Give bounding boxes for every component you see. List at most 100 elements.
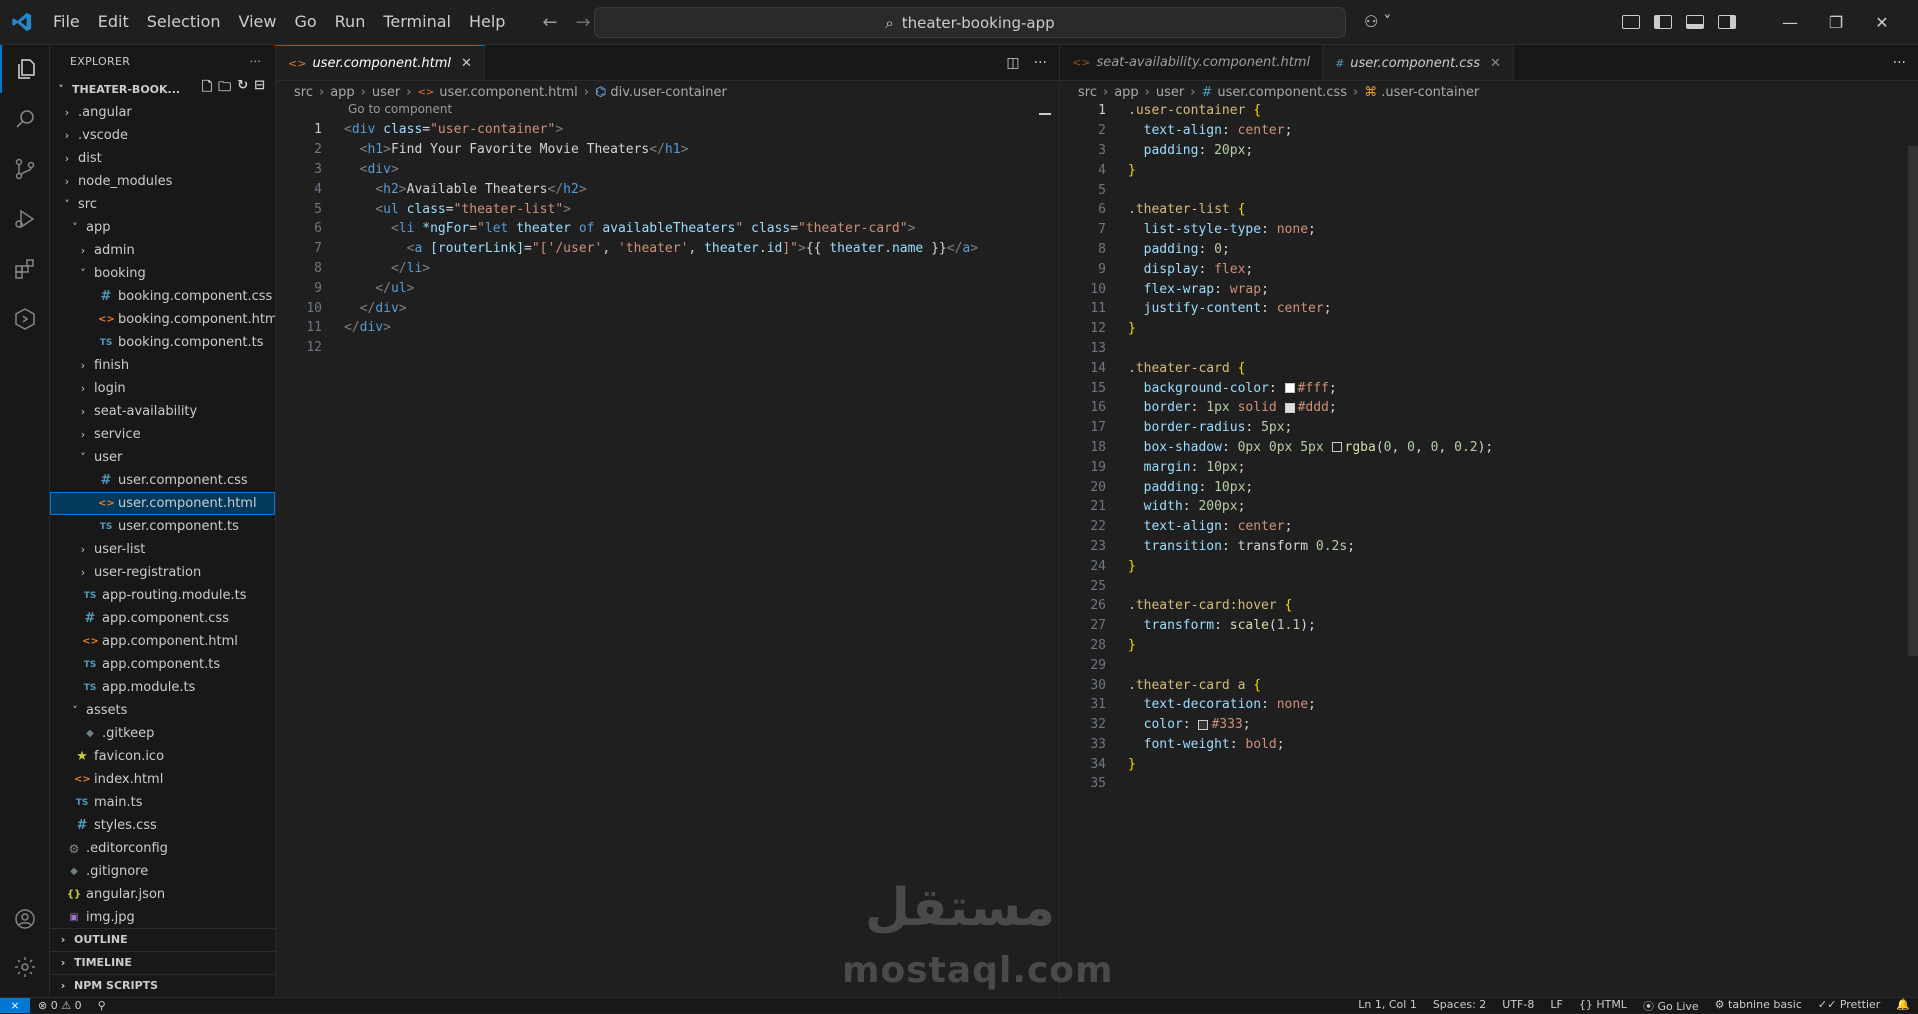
menu-selection[interactable]: Selection [138,0,230,44]
language-mode[interactable]: {} HTML [1571,998,1635,1014]
folder-item[interactable]: › dist [50,147,275,170]
folder-item[interactable]: ˅ src [50,193,275,216]
menu-go[interactable]: Go [285,0,325,44]
indentation[interactable]: Spaces: 2 [1425,998,1494,1014]
command-center-search[interactable]: ⌕ theater-booking-app [594,7,1346,38]
outline-section[interactable]: › OUTLINE [50,928,275,950]
accounts-icon[interactable] [0,895,49,943]
run-debug-icon[interactable] [0,195,49,243]
back-arrow-icon[interactable]: ← [542,12,557,33]
breadcrumb-item[interactable]: user.component.html [439,85,578,100]
remote-indicator-icon[interactable]: ⨯ [0,998,30,1013]
split-editor-icon[interactable]: ◫ [1006,55,1019,71]
folder-item[interactable]: › node_modules [50,170,275,193]
file-item[interactable]: # styles.css [50,814,275,837]
breadcrumb-item[interactable]: div.user-container [610,85,727,100]
file-item[interactable]: ◆ .gitkeep [50,722,275,745]
file-item[interactable]: <> app.component.html [50,630,275,653]
restore-icon[interactable]: ❐ [1813,13,1859,32]
file-item[interactable]: TS app-routing.module.ts [50,584,275,607]
breadcrumb-item[interactable]: src [1078,85,1097,100]
code-editor-html[interactable]: 1 <div class="user-container"> 2 <h1>Find… [276,120,1059,358]
menu-terminal[interactable]: Terminal [374,0,460,44]
end-of-line[interactable]: LF [1542,998,1570,1014]
problems-indicator[interactable]: ⊗ 0 ⚠ 0 [30,999,90,1012]
vertical-scrollbar[interactable] [1908,146,1918,656]
file-item[interactable]: TS user.component.ts [50,515,275,538]
file-item[interactable]: {} angular.json [50,883,275,906]
prettier-status[interactable]: ✓✓ Prettier [1810,998,1888,1014]
menu-run[interactable]: Run [326,0,375,44]
cursor-position[interactable]: Ln 1, Col 1 [1350,998,1425,1014]
close-window-icon[interactable]: ✕ [1859,13,1905,32]
folder-item[interactable]: › seat-availability [50,400,275,423]
timeline-section[interactable]: › TIMELINE [50,951,275,973]
folder-item[interactable]: › .vscode [50,124,275,147]
file-item[interactable]: # app.component.css [50,607,275,630]
customize-layout-icon[interactable] [1622,15,1640,29]
tab-user-component-html[interactable]: <> user.component.html ✕ [276,45,485,80]
file-item[interactable]: ▣ img.jpg [50,906,275,929]
close-tab-icon[interactable]: ✕ [461,56,472,71]
folder-item[interactable]: ˅ user [50,446,275,469]
file-item[interactable]: TS app.component.ts [50,653,275,676]
breadcrumb-item[interactable]: app [330,85,354,100]
minimize-icon[interactable]: — [1767,13,1813,32]
menu-edit[interactable]: Edit [89,0,138,44]
tab-user-component-css[interactable]: # user.component.css ✕ [1323,45,1514,80]
refresh-icon[interactable]: ↻ [237,78,248,100]
folder-item[interactable]: ˅ booking [50,262,275,285]
tab-seat-availability-html[interactable]: <> seat-availability.component.html [1060,45,1324,80]
menu-help[interactable]: Help [460,0,514,44]
new-folder-icon[interactable]: 🗀 [218,78,231,100]
source-control-icon[interactable] [0,145,49,193]
toggle-secondary-sidebar-icon[interactable] [1718,15,1736,29]
new-file-icon[interactable]: 🗋 [202,78,212,100]
breadcrumb-item[interactable]: .user-container [1381,85,1479,100]
folder-item[interactable]: › admin [50,239,275,262]
folder-item[interactable]: ˅ app [50,216,275,239]
more-actions-icon[interactable]: ··· [1893,55,1906,71]
toggle-panel-icon[interactable] [1686,15,1704,29]
file-item[interactable]: <> user.component.html [50,492,275,515]
close-tab-icon[interactable]: ✕ [1490,56,1501,71]
npm-scripts-section[interactable]: › NPM SCRIPTS [50,974,275,996]
file-item[interactable]: TS app.module.ts [50,676,275,699]
more-actions-icon[interactable]: ··· [250,55,261,68]
folder-item[interactable]: › login [50,377,275,400]
collapse-all-icon[interactable]: ⊟ [254,78,265,100]
search-icon[interactable] [0,95,49,143]
folder-item[interactable]: › .angular [50,101,275,124]
extensions-icon[interactable] [0,245,49,293]
project-header[interactable]: ˅ THEATER-BOOK... 🗋 🗀 ↻ ⊟ [50,77,275,101]
file-item[interactable]: # user.component.css [50,469,275,492]
folder-item[interactable]: › service [50,423,275,446]
file-item[interactable]: TS main.ts [50,791,275,814]
file-item[interactable]: <> booking.component.html [50,308,275,331]
manage-gear-icon[interactable] [0,943,49,991]
go-live-button[interactable]: ⦿ Go Live [1635,998,1707,1014]
tabnine-status[interactable]: ⚙ tabnine basic [1707,998,1810,1014]
folder-item[interactable]: › finish [50,354,275,377]
file-item[interactable]: ⚙ .editorconfig [50,837,275,860]
file-item[interactable]: <> index.html [50,768,275,791]
breadcrumb-item[interactable]: src [294,85,313,100]
folder-item[interactable]: › user-registration [50,561,275,584]
file-item[interactable]: ◆ .gitignore [50,860,275,883]
toggle-primary-sidebar-icon[interactable] [1654,15,1672,29]
code-editor-css[interactable]: 1 .user-container { 2 text-align: center;… [1060,101,1918,794]
folder-item[interactable]: › user-list [50,538,275,561]
file-item[interactable]: TS booking.component.ts [50,331,275,354]
encoding[interactable]: UTF-8 [1494,998,1542,1014]
folder-item[interactable]: ˅ assets [50,699,275,722]
codelens-go-to-component[interactable]: Go to component [348,102,452,116]
file-item[interactable]: ★ favicon.ico [50,745,275,768]
remote-explorer-icon[interactable] [0,295,49,343]
menu-view[interactable]: View [230,0,286,44]
breadcrumb-item[interactable]: app [1114,85,1138,100]
breadcrumb-item[interactable]: user [1156,85,1184,100]
breadcrumb-item[interactable]: user [372,85,400,100]
ports-icon[interactable]: ⚲ [90,999,114,1012]
breadcrumb-item[interactable]: user.component.css [1217,85,1347,100]
file-item[interactable]: # booking.component.css [50,285,275,308]
